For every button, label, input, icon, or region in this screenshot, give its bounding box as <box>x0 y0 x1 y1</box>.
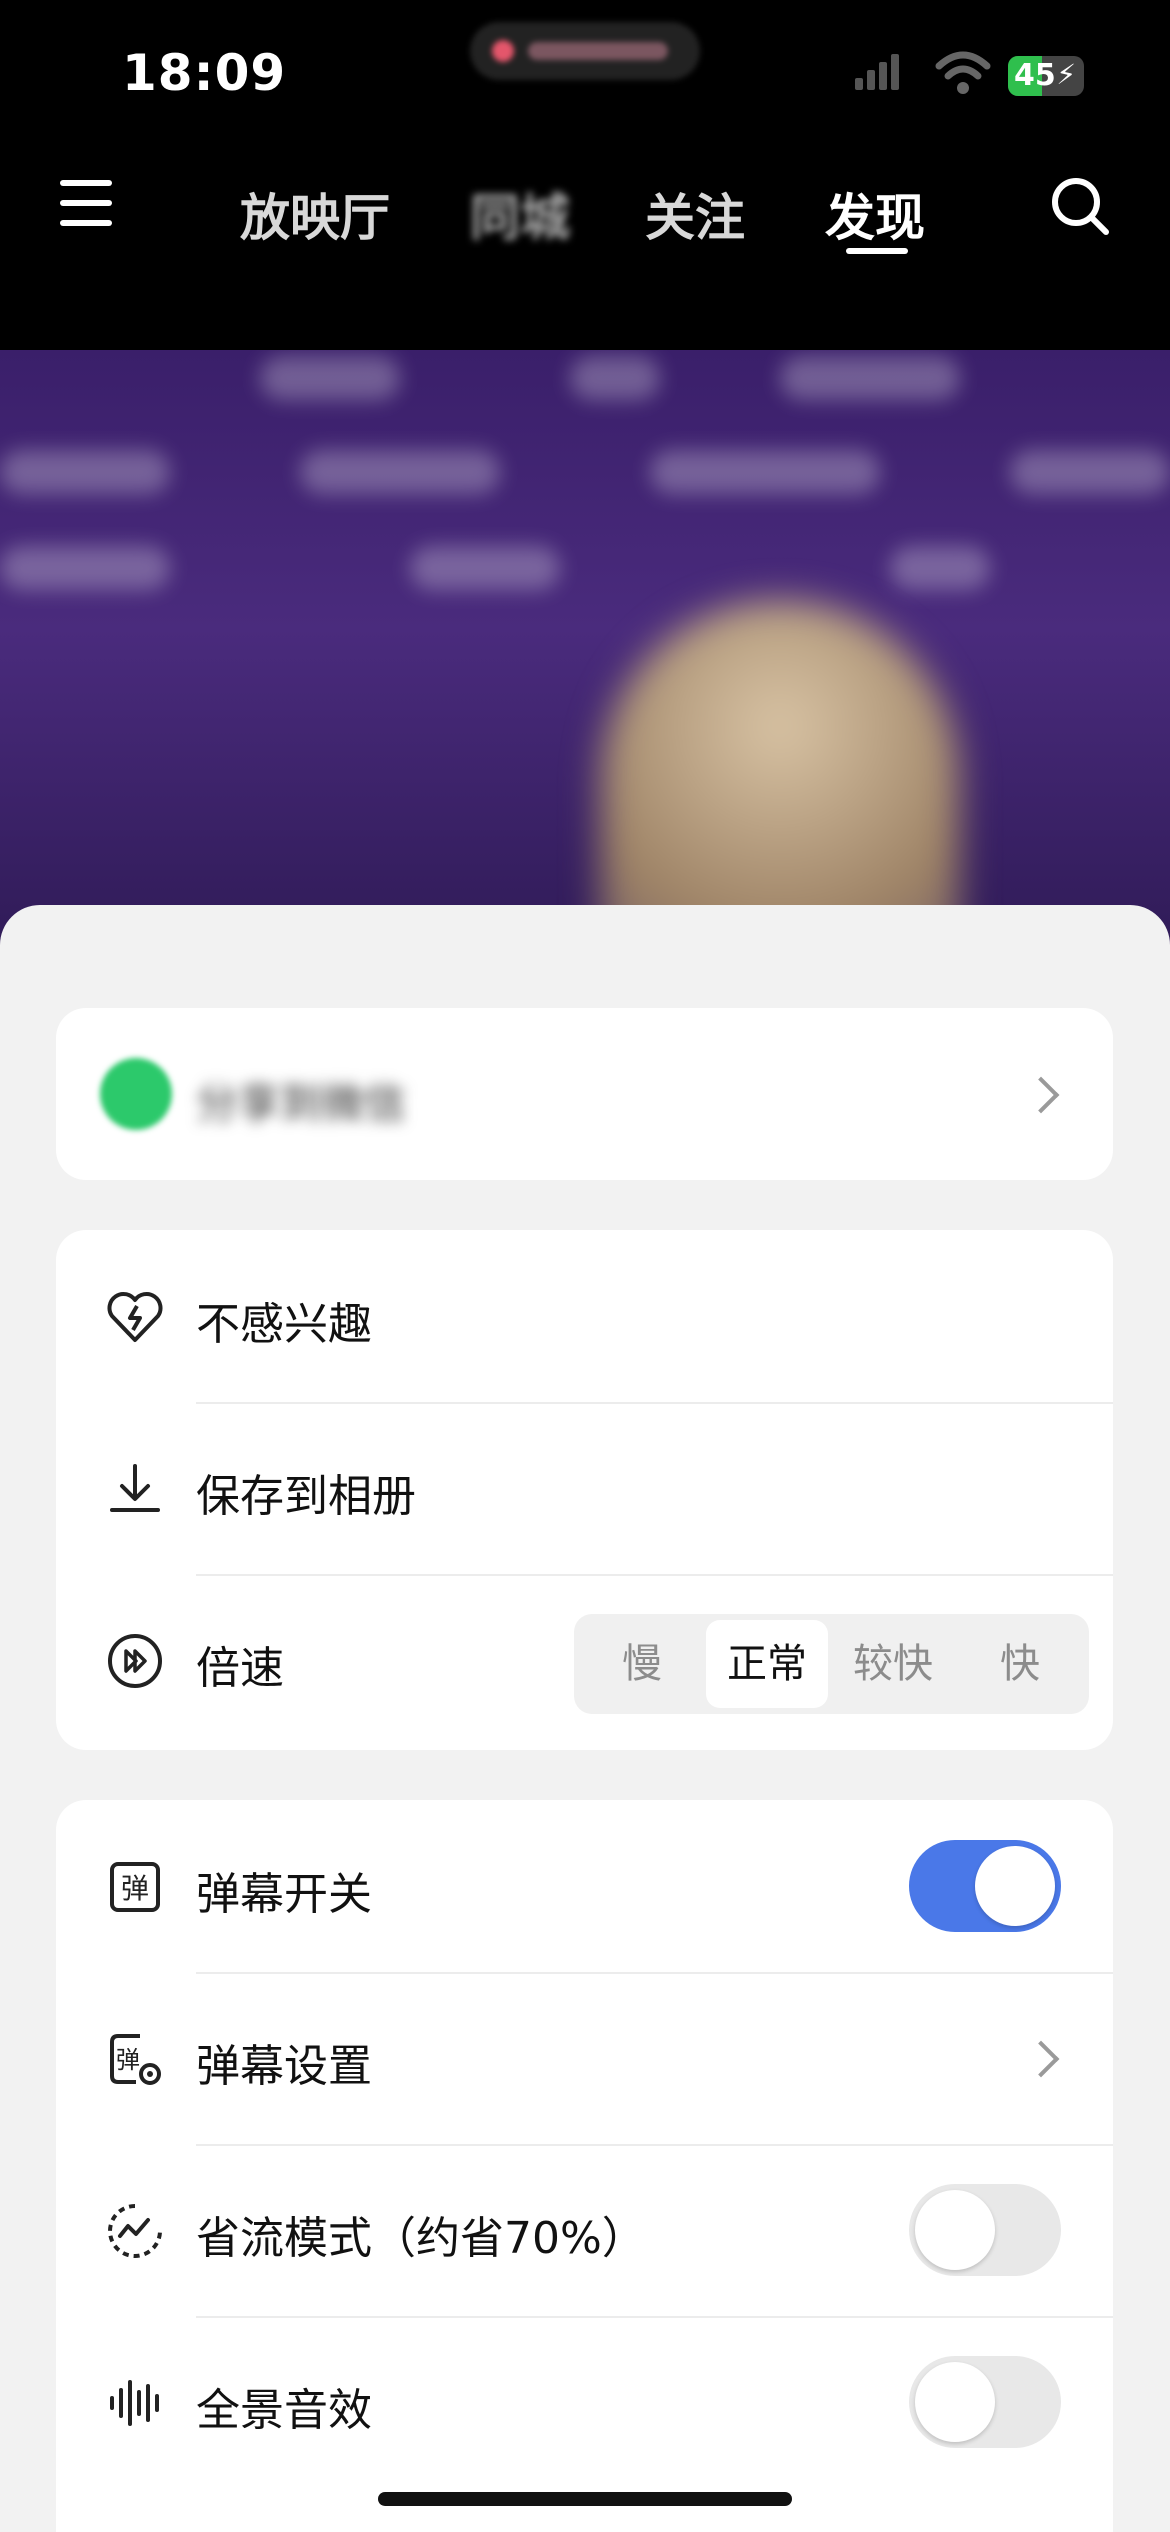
battery-indicator: 45 ⚡ <box>1008 56 1084 96</box>
fast-forward-icon <box>108 1634 162 1688</box>
hamburger-menu-icon[interactable] <box>60 180 112 226</box>
save-to-album-row[interactable]: 保存到相册 <box>56 1402 1113 1574</box>
chevron-right-icon <box>1022 2040 1060 2078</box>
video-background <box>0 350 1170 970</box>
danmaku-toggle-row[interactable]: 弹 弹幕开关 <box>56 1800 1113 1972</box>
danmaku-settings-row[interactable]: 弹 弹幕设置 <box>56 1972 1113 2144</box>
panoramic-audio-toggle[interactable] <box>909 2356 1061 2448</box>
not-interested-row[interactable]: 不感兴趣 <box>56 1230 1113 1402</box>
broken-heart-icon <box>107 1292 163 1342</box>
svg-text:弹: 弹 <box>121 1872 149 1905</box>
menu-item-label: 保存到相册 <box>196 1471 416 1522</box>
chevron-right-icon <box>1022 1076 1060 1114</box>
data-saver-row[interactable]: 省流模式（约省70%） <box>56 2144 1113 2316</box>
tab-following[interactable]: 关注 <box>645 178 745 250</box>
home-indicator <box>378 2492 792 2506</box>
speed-selector: 慢 正常 较快 快 <box>574 1614 1089 1714</box>
status-time: 18:09 <box>122 44 287 102</box>
speed-option-normal[interactable]: 正常 <box>706 1620 828 1708</box>
battery-percent: 45 <box>1014 58 1056 93</box>
menu-item-label: 不感兴趣 <box>196 1299 372 1350</box>
panoramic-audio-row[interactable]: 全景音效 <box>56 2316 1113 2488</box>
menu-item-label: 弹幕设置 <box>196 2041 372 2092</box>
download-icon <box>110 1464 160 1512</box>
tab-theater[interactable]: 放映厅 <box>240 178 390 250</box>
status-bar: 18:09 45 ⚡ <box>0 0 1170 150</box>
share-label: 分享到微信 <box>196 1079 407 1128</box>
speed-option-faster[interactable]: 较快 <box>830 1620 956 1708</box>
audio-wave-icon <box>110 2380 159 2426</box>
menu-item-label: 倍速 <box>196 1643 284 1694</box>
speed-option-slow[interactable]: 慢 <box>580 1620 704 1708</box>
data-saver-toggle[interactable] <box>909 2184 1061 2276</box>
svg-text:弹: 弹 <box>116 2046 140 2074</box>
options-card: 不感兴趣 保存到相册 倍速 慢 正常 较快 快 <box>56 1230 1113 1750</box>
tab-local[interactable]: 同城 <box>470 178 570 250</box>
top-nav <box>0 150 1170 350</box>
menu-item-label: 省流模式（约省70%） <box>196 2213 646 2264</box>
danmaku-toggle[interactable] <box>909 1840 1061 1932</box>
danmaku-settings-card: 弹 弹幕开关 弹 弹幕设置 省流模式（约省70%） 全景音效 <box>56 1800 1113 2532</box>
charging-icon: ⚡ <box>1056 58 1076 91</box>
cellular-signal-icon <box>855 50 899 90</box>
speed-option-fast[interactable]: 快 <box>958 1620 1082 1708</box>
danmaku-icon: 弹 <box>110 1862 160 1912</box>
data-saver-icon <box>108 2204 162 2258</box>
menu-item-label: 全景音效 <box>196 2385 372 2436</box>
wifi-icon <box>935 51 991 94</box>
search-icon[interactable] <box>1050 176 1110 236</box>
menu-item-label: 弹幕开关 <box>196 1869 372 1920</box>
wechat-icon <box>100 1058 172 1130</box>
danmaku-settings-icon: 弹 <box>110 2034 161 2085</box>
share-to-wechat-row[interactable]: 分享到微信 <box>56 1008 1113 1180</box>
tab-discover[interactable]: 发现 <box>825 178 925 250</box>
active-tab-indicator <box>846 248 908 254</box>
dynamic-island <box>470 22 700 80</box>
